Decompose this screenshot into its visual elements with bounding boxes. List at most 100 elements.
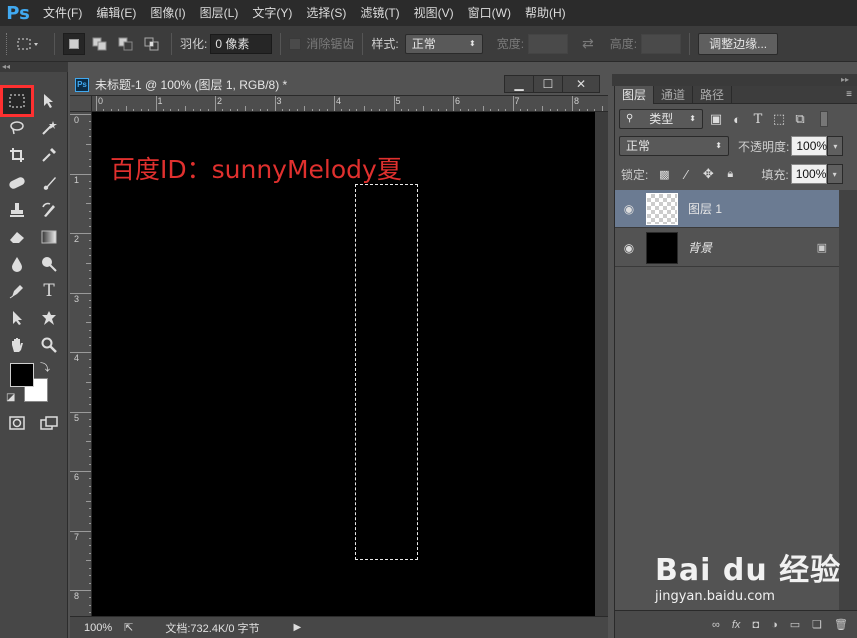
document-title: 未标题-1 @ 100% (图层 1, RGB/8) * [95,78,288,92]
intersect-selection-button[interactable] [141,33,163,55]
new-group-icon[interactable]: ▭ [790,618,800,631]
maximize-button[interactable]: ☐ [533,75,563,93]
screen-mode-icon[interactable] [35,410,63,436]
ruler-tick [393,96,395,111]
lock-image-brush-icon[interactable]: ⁄ [678,166,694,182]
subtract-selection-button[interactable] [115,33,137,55]
document-title-bar[interactable]: Ps 未标题-1 @ 100% (图层 1, RGB/8) * ▁ ☐ ✕ [70,74,608,96]
vertical-ruler[interactable]: 0 1 2 3 4 5 6 7 8 [70,112,92,616]
eye-icon[interactable]: ◉ [615,202,643,216]
pixel-filter-icon[interactable]: ▣ [708,111,724,127]
ruler-tick [512,96,514,111]
tool-preset-icon[interactable] [12,34,46,54]
blur-tool[interactable] [3,251,31,277]
ruler-origin[interactable] [70,96,92,112]
width-input[interactable] [528,33,569,54]
spot-healing-tool[interactable] [3,170,31,196]
ruler-number: 3 [74,293,80,304]
dodge-tool[interactable] [35,251,63,277]
swap-dimensions-icon[interactable]: ⇄ [582,35,594,52]
custom-shape-tool[interactable] [35,305,63,331]
foreground-color-swatch[interactable] [10,363,34,387]
type-tool[interactable]: T [35,278,63,304]
menu-view[interactable]: 视图(V) [407,0,461,26]
minimize-button[interactable]: ▁ [504,75,534,93]
gradient-tool[interactable] [35,224,63,250]
delete-layer-icon[interactable]: 🗑︎ [834,618,848,631]
opacity-dropdown[interactable]: ▾ [827,136,844,156]
default-colors-icon[interactable]: ◪ [6,392,15,403]
height-input[interactable] [641,33,682,54]
antialias-checkbox[interactable] [289,37,302,50]
type-filter-icon[interactable]: T [750,111,766,127]
collapse-arrows-icon[interactable]: ◂◂ [0,62,68,72]
adjustment-layer-icon[interactable]: ◑ [771,619,778,631]
eyedropper-tool[interactable] [35,142,63,168]
canvas[interactable]: 百度ID：sunnyMelody夏 [92,112,595,616]
filter-kind-select[interactable]: ⚲ 类型 ⬍ [619,109,703,129]
menu-type[interactable]: 文字(Y) [245,0,299,26]
move-tool[interactable] [35,88,63,114]
eraser-tool[interactable] [3,224,31,250]
marquee-selection[interactable] [355,184,418,560]
layer-row[interactable]: ◉ 背景 ▣ [615,229,839,267]
swap-colors-icon[interactable]: ⤵ [40,359,50,374]
menu-layer[interactable]: 图层(L) [193,0,246,26]
fill-dropdown[interactable]: ▾ [826,164,843,184]
shape-filter-icon[interactable]: ⬚ [771,111,787,127]
zoom-level[interactable]: 100% [84,622,112,634]
layers-scrollbar[interactable] [839,190,857,610]
crop-tool[interactable] [3,142,31,168]
quick-mask-icon[interactable] [3,410,31,436]
layer-style-icon[interactable]: fx [732,619,741,631]
lock-all-icon[interactable]: 🔒︎ [722,166,738,182]
filter-toggle[interactable] [820,111,828,127]
collapse-arrows-icon[interactable]: ▸▸ [612,74,857,86]
lasso-tool[interactable] [3,115,31,141]
menu-window[interactable]: 窗口(W) [461,0,518,26]
close-button[interactable]: ✕ [562,75,600,93]
layer-row[interactable]: ◉ 图层 1 [615,190,839,228]
new-selection-button[interactable] [63,32,85,55]
pen-tool[interactable] [3,278,31,304]
menu-edit[interactable]: 编辑(E) [89,0,143,26]
menu-help[interactable]: 帮助(H) [518,0,573,26]
brush-tool[interactable] [35,170,63,196]
magic-wand-tool[interactable] [35,115,63,141]
lock-position-move-icon[interactable]: ✥ [700,166,716,182]
new-layer-icon[interactable]: ❏ [812,618,822,631]
add-mask-icon[interactable]: ◘ [752,619,759,631]
layer-name: 背景 [688,241,713,255]
lock-label: 锁定: [621,167,649,182]
tab-channels[interactable]: 通道 [654,86,694,104]
status-menu-arrow-icon[interactable]: ▶ [294,622,302,633]
link-layers-icon[interactable]: ∞ [712,619,720,631]
menu-image[interactable]: 图像(I) [143,0,192,26]
fill-input[interactable]: 100% [790,164,827,184]
export-icon[interactable]: ⇱ [124,621,133,634]
opacity-input[interactable]: 100% [791,136,828,156]
zoom-tool[interactable] [35,332,63,358]
eye-icon[interactable]: ◉ [615,241,643,255]
menu-file[interactable]: 文件(F) [36,0,89,26]
path-selection-tool[interactable] [3,305,31,331]
blend-mode-select[interactable]: 正常 ⬍ [619,136,729,156]
smart-object-filter-icon[interactable]: ⧉ [792,111,808,127]
menu-select[interactable]: 选择(S) [299,0,353,26]
adjustment-filter-icon[interactable]: ◐ [729,111,745,127]
horizontal-ruler[interactable]: 0 1 2 3 4 5 6 7 8 [92,96,608,112]
tab-layers[interactable]: 图层 [615,86,655,104]
vertical-scrollbar[interactable] [595,112,608,616]
clone-stamp-tool[interactable] [3,197,31,223]
rectangular-marquee-tool[interactable] [0,85,34,117]
style-select[interactable]: 正常 ⬍ [404,33,483,54]
panel-menu-icon[interactable]: ≡ [846,89,852,100]
add-selection-button[interactable] [89,33,111,55]
menu-filter[interactable]: 滤镜(T) [353,0,406,26]
tab-paths[interactable]: 路径 [693,86,733,104]
history-brush-tool[interactable] [35,197,63,223]
refine-edge-button[interactable]: 调整边缘... [698,32,779,55]
lock-transparent-icon[interactable]: ▩ [656,166,672,182]
feather-input[interactable]: 0 像素 [210,33,273,54]
hand-tool[interactable] [3,332,31,358]
